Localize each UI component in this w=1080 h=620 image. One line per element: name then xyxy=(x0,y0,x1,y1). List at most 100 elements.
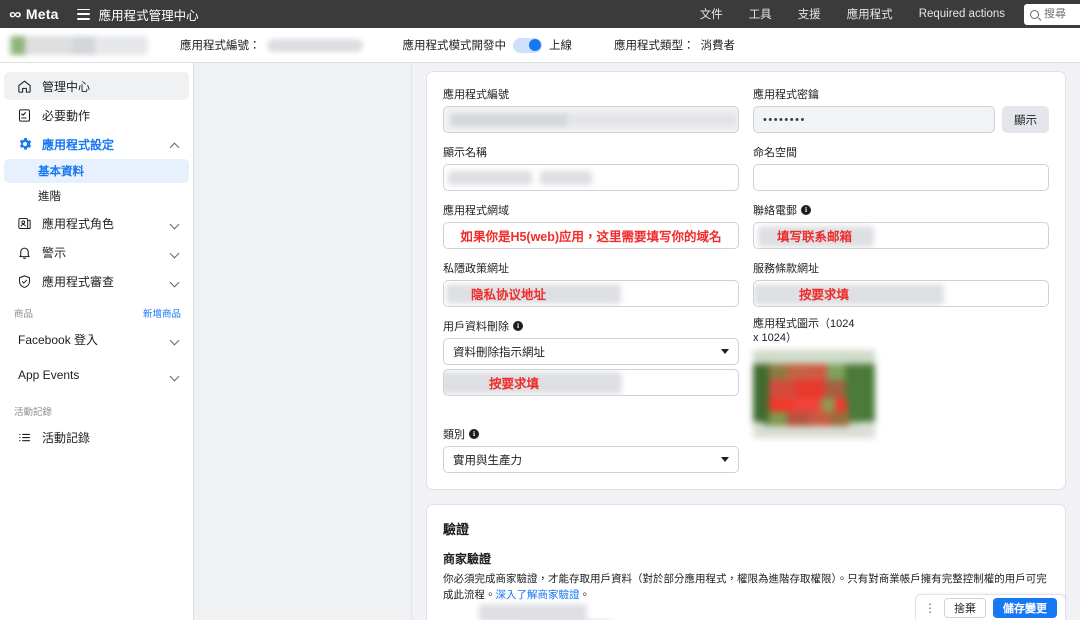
field-app-secret-label: 應用程式密鑰 xyxy=(753,86,1049,102)
redacted-block xyxy=(450,113,570,127)
field-data-deletion: 用戶資料刪除 i 資料刪除指示網址 按要求填 xyxy=(443,318,739,396)
field-privacy-policy-url-label: 私隱政策網址 xyxy=(443,260,739,276)
field-display-name: 顯示名稱 xyxy=(443,144,739,191)
basic-settings-card: 應用程式編號 顯示名稱 應用程式網域 xyxy=(426,71,1066,490)
sidebar-item-app-review[interactable]: 應用程式審查 xyxy=(4,267,189,295)
sidebar-subitem-basic[interactable]: 基本資料 xyxy=(4,159,189,183)
info-icon[interactable]: i xyxy=(469,429,479,439)
topnav-item-support[interactable]: 支援 xyxy=(785,0,834,28)
bell-icon xyxy=(16,244,33,261)
app-mode-label: 應用程式模式開發中 xyxy=(403,37,507,53)
list-icon xyxy=(16,429,33,446)
app-id-group: 應用程式編號： xyxy=(180,37,363,53)
verification-section-title: 驗證 xyxy=(443,519,1049,538)
field-namespace-input[interactable] xyxy=(753,164,1049,191)
search-input[interactable] xyxy=(1044,8,1080,20)
field-namespace-label: 命名空間 xyxy=(753,144,1049,160)
add-product-link[interactable]: 新增商品 xyxy=(143,306,181,320)
chevron-down-icon xyxy=(721,349,729,354)
field-terms-url-input[interactable]: 按要求填 xyxy=(753,280,1049,307)
products-section-title: 商品 xyxy=(14,306,33,320)
topnav-item-apps[interactable]: 應用程式 xyxy=(834,0,906,28)
data-deletion-select[interactable]: 資料刪除指示網址 xyxy=(443,338,739,365)
field-app-id-input[interactable] xyxy=(443,106,739,133)
save-changes-button[interactable]: 儲存變更 xyxy=(993,598,1057,618)
app-type-value: 消費者 xyxy=(701,37,736,53)
category-select-value: 實用與生產力 xyxy=(453,452,522,468)
app-mode-toggle[interactable] xyxy=(513,38,542,53)
annotation-terms-url: 按要求填 xyxy=(799,284,849,303)
app-id-value xyxy=(267,39,363,52)
learn-more-link[interactable]: 深入了解商家驗證 xyxy=(496,589,580,601)
sidebar-subitem-advanced[interactable]: 進階 xyxy=(4,184,189,208)
shield-check-icon xyxy=(16,273,33,290)
field-app-id-label: 應用程式編號 xyxy=(443,86,739,102)
search-box[interactable] xyxy=(1024,4,1080,25)
field-privacy-policy-url-input[interactable]: 隐私协议地址 xyxy=(443,280,739,307)
field-app-domain-input[interactable]: 如果你是H5(web)应用，这里需要填写你的域名 xyxy=(443,222,739,249)
field-app-secret: 應用程式密鑰 •••••••• 顯示 xyxy=(753,86,1049,133)
app-mode-state: 上線 xyxy=(549,37,572,53)
gear-icon xyxy=(16,136,33,153)
sidebar-item-activity-log[interactable]: 活動記錄 xyxy=(4,423,189,451)
sidebar-item-app-roles[interactable]: 應用程式角色 xyxy=(4,209,189,237)
left-field-column: 應用程式編號 顯示名稱 應用程式網域 xyxy=(443,86,739,473)
sidebar-item-app-settings[interactable]: 應用程式設定 xyxy=(4,130,189,158)
sidebar-item-dashboard-label: 管理中心 xyxy=(42,78,179,95)
sidebar-item-alerts[interactable]: 警示 xyxy=(4,238,189,266)
redacted-block xyxy=(568,113,738,127)
sidebar-item-app-roles-label: 應用程式角色 xyxy=(42,215,161,232)
chevron-down-icon[interactable] xyxy=(170,219,179,228)
products-section-header: 商品 新增商品 xyxy=(0,296,193,324)
meta-infinity-icon: ∞ xyxy=(9,7,22,22)
app-name-badge[interactable] xyxy=(8,36,148,55)
clipboard-check-icon xyxy=(16,107,33,124)
activity-section-title: 活動記錄 xyxy=(14,404,52,418)
verification-period: 。 xyxy=(580,589,591,601)
home-icon xyxy=(16,78,33,95)
sidebar-item-facebook-login[interactable]: Facebook 登入 xyxy=(4,325,189,353)
chevron-down-icon[interactable] xyxy=(170,335,179,344)
field-terms-url: 服務條款網址 按要求填 xyxy=(753,260,1049,307)
sidebar-item-app-events[interactable]: App Events xyxy=(4,361,189,389)
show-secret-button[interactable]: 顯示 xyxy=(1002,106,1049,133)
data-deletion-url-input[interactable]: 按要求填 xyxy=(443,369,739,396)
field-display-name-label: 顯示名稱 xyxy=(443,144,739,160)
app-id-label: 應用程式編號： xyxy=(180,37,261,53)
sidebar-item-required-actions-label: 必要動作 xyxy=(42,107,179,124)
meta-logo[interactable]: ∞ Meta xyxy=(10,6,59,22)
category-select[interactable]: 實用與生產力 xyxy=(443,446,739,473)
more-options-icon[interactable]: ⋮ xyxy=(924,601,937,615)
chevron-down-icon xyxy=(721,457,729,462)
field-app-domain-label: 應用程式網域 xyxy=(443,202,739,218)
sidebar-item-dashboard[interactable]: 管理中心 xyxy=(4,72,189,100)
discard-button[interactable]: 捨棄 xyxy=(944,598,986,618)
hamburger-menu-icon[interactable] xyxy=(77,9,90,20)
info-icon[interactable]: i xyxy=(513,321,523,331)
top-navigation-bar: ∞ Meta 應用程式管理中心 文件 工具 支援 應用程式 Required a… xyxy=(0,0,1080,28)
right-field-column: 應用程式密鑰 •••••••• 顯示 命名空間 xyxy=(753,86,1049,473)
sidebar-item-app-review-label: 應用程式審查 xyxy=(42,273,161,290)
annotation-privacy-policy: 隐私协议地址 xyxy=(471,284,546,303)
chevron-up-icon[interactable] xyxy=(170,140,179,149)
field-app-secret-value: •••••••• xyxy=(763,114,806,126)
field-display-name-input[interactable] xyxy=(443,164,739,191)
chevron-down-icon[interactable] xyxy=(170,277,179,286)
app-type-group: 應用程式類型： 消費者 xyxy=(614,37,735,53)
field-contact-email-input[interactable]: 填写联系邮箱 xyxy=(753,222,1049,249)
field-app-secret-input[interactable]: •••••••• xyxy=(753,106,995,133)
chevron-down-icon[interactable] xyxy=(170,248,179,257)
app-icon-preview[interactable] xyxy=(753,350,875,438)
field-app-domain: 應用程式網域 如果你是H5(web)应用，这里需要填写你的域名 xyxy=(443,202,739,249)
sidebar-item-required-actions[interactable]: 必要動作 xyxy=(4,101,189,129)
person-card-icon xyxy=(16,215,33,232)
form-action-bar: ⋮ 捨棄 儲存變更 xyxy=(915,594,1066,620)
sidebar-item-alerts-label: 警示 xyxy=(42,244,161,261)
topnav-item-tools[interactable]: 工具 xyxy=(736,0,785,28)
app-type-label: 應用程式類型： xyxy=(614,37,695,53)
topnav-item-docs[interactable]: 文件 xyxy=(687,0,736,28)
info-icon[interactable]: i xyxy=(801,205,811,215)
topnav-item-required-actions[interactable]: Required actions xyxy=(906,0,1018,28)
chevron-down-icon[interactable] xyxy=(170,371,179,380)
field-privacy-policy-url: 私隱政策網址 隐私协议地址 xyxy=(443,260,739,307)
